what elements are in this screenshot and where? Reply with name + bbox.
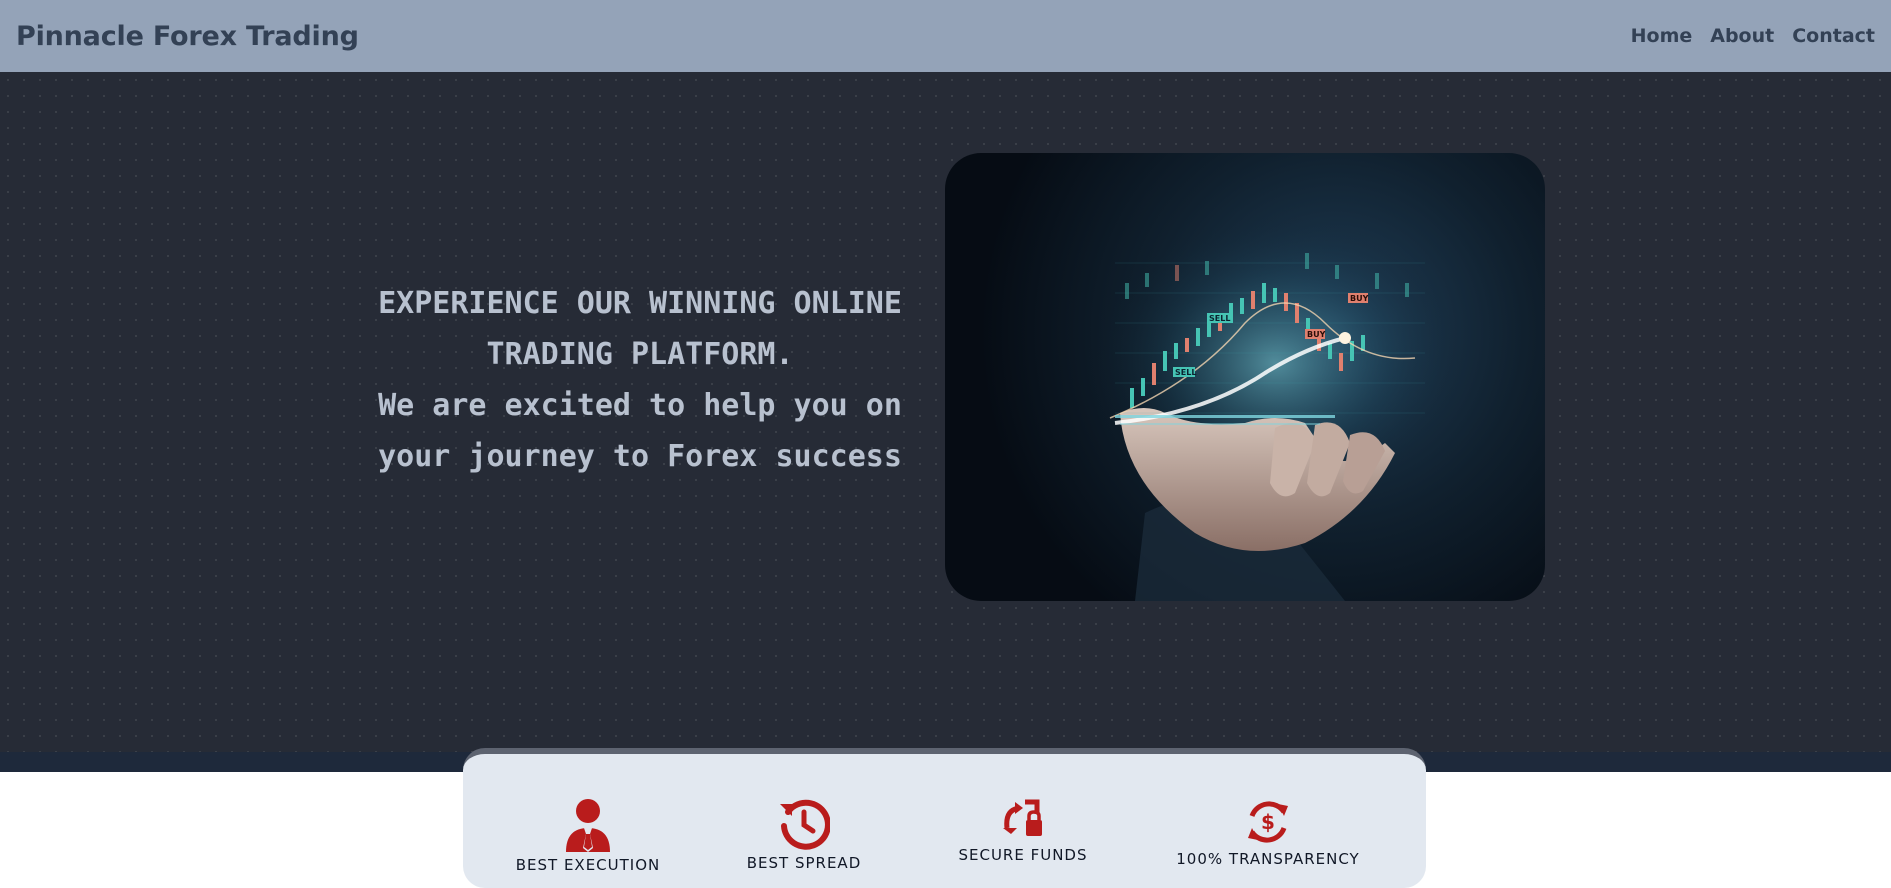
navbar: Pinnacle Forex Trading Home About Contac… [0,0,1891,72]
dollar-refresh-icon: $ [1248,801,1288,843]
hero-subtitle-line-1: We are excited to help you on [378,388,902,423]
feature-secure-funds: SECURE FUNDS [923,798,1123,864]
feature-label-best-execution: BEST EXECUTION [515,856,661,874]
image-tag-buy-1: BUY [1350,294,1369,303]
nav-link-contact[interactable]: Contact [1792,25,1875,47]
feature-best-spread: BEST SPREAD [704,798,904,872]
hero-subtitle-line-2: your journey to Forex success [378,439,902,474]
hero-headline-line-2: TRADING PLATFORM. [486,337,794,372]
nav-link-home[interactable]: Home [1631,25,1693,47]
feature-best-execution: BEST EXECUTION [488,798,688,874]
secure-funds-icon [1003,799,1042,836]
hand-holding-chart-illustration: SELL SELL BUY BUY [1085,213,1465,601]
clock-rotate-icon [780,799,830,850]
image-tag-sell-1: SELL [1209,314,1230,323]
user-tie-icon [566,799,610,852]
feature-label-secure-funds: SECURE FUNDS [958,846,1088,864]
svg-text:$: $ [1261,810,1275,834]
feature-label-best-spread: BEST SPREAD [746,854,862,872]
image-tag-buy-2: BUY [1307,330,1326,339]
nav-links: Home About Contact [1631,25,1875,47]
hero-image: SELL SELL BUY BUY [945,153,1545,601]
hero-text: EXPERIENCE OUR WINNING ONLINE TRADING PL… [360,278,920,482]
hero-headline-line-1: EXPERIENCE OUR WINNING ONLINE [378,286,902,321]
feature-label-transparency: 100% TRANSPARENCY [1176,850,1360,868]
features-card: BEST EXECUTION BEST SPREAD SECURE FUNDS … [463,748,1426,888]
image-tag-sell-2: SELL [1175,368,1196,377]
nav-link-about[interactable]: About [1710,25,1774,47]
brand-title[interactable]: Pinnacle Forex Trading [16,21,359,52]
